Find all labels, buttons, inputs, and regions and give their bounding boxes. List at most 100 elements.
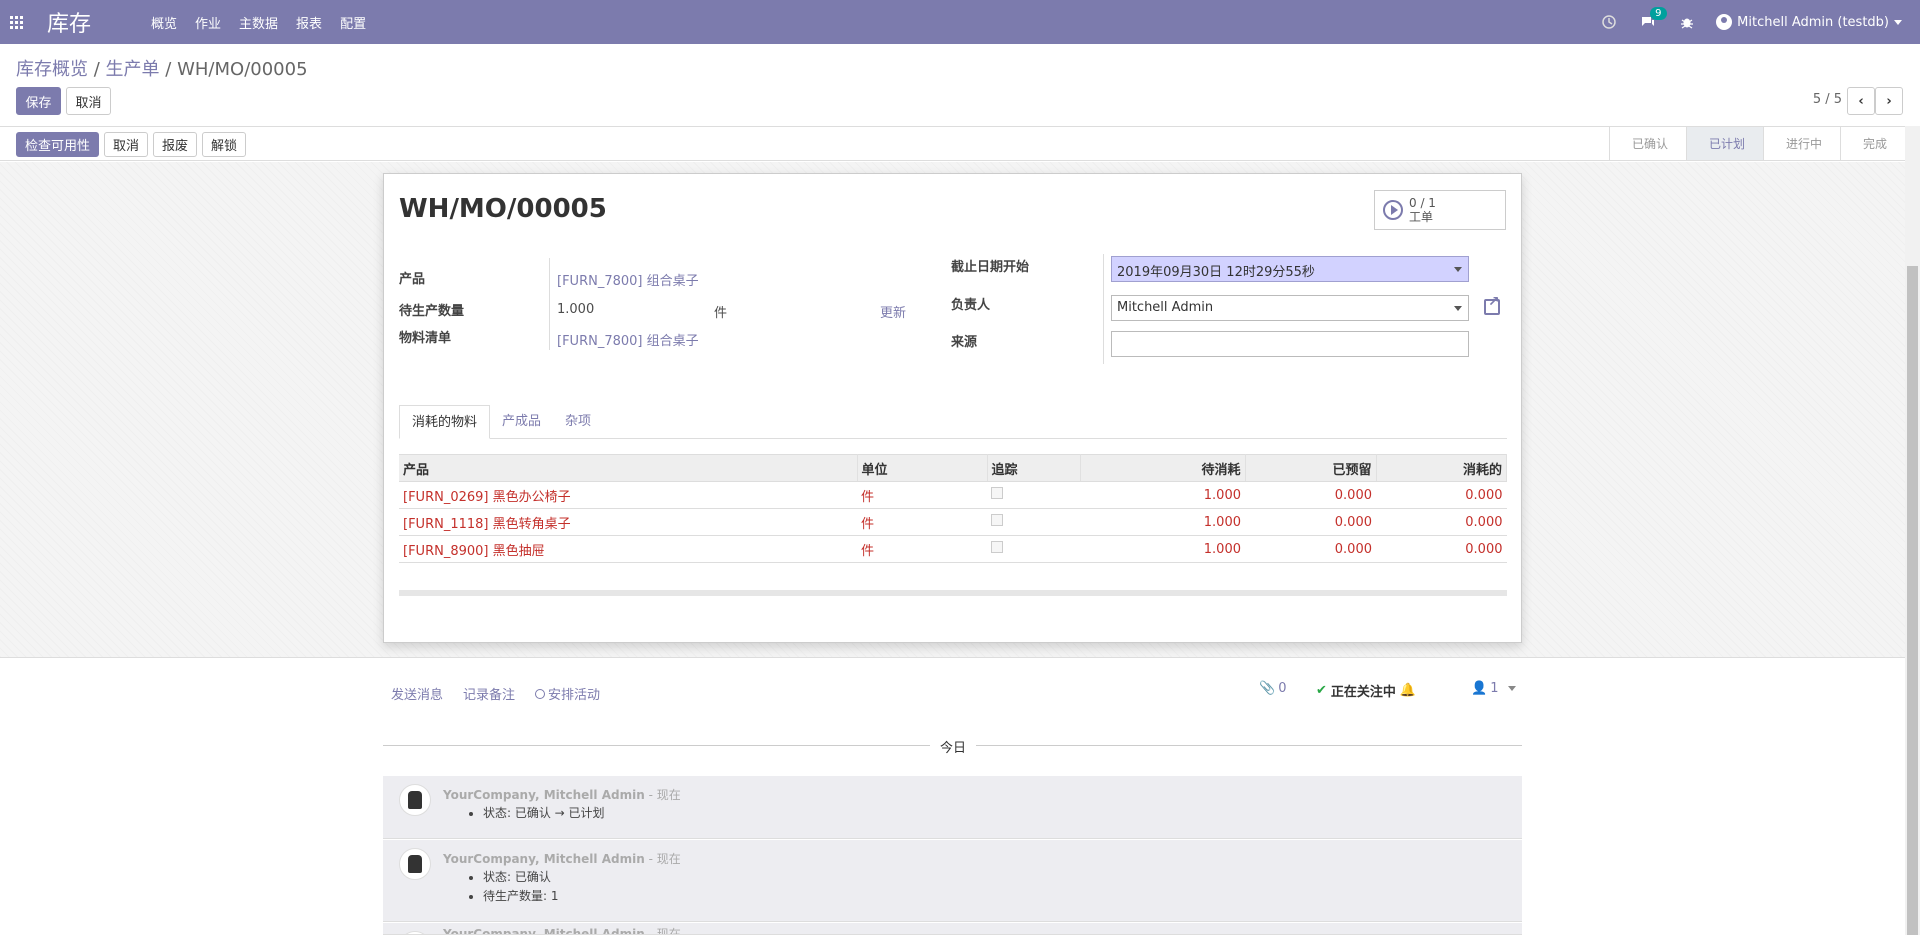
table-row[interactable]: [FURN_8900] 黑色抽屉 件 1.000 0.000 0.000 bbox=[399, 535, 1507, 563]
menu-master-data[interactable]: 主数据 bbox=[230, 13, 287, 32]
page-scrollbar[interactable] bbox=[1905, 126, 1920, 935]
deadline-start-value: 2019年09月30日 12时29分55秒 bbox=[1117, 265, 1315, 280]
pager-previous-button[interactable]: ‹ bbox=[1847, 87, 1875, 115]
check-availability-button[interactable]: 检查可用性 bbox=[16, 132, 100, 157]
chevron-down-icon bbox=[1454, 267, 1462, 272]
column-consumed[interactable]: 消耗的 bbox=[1376, 454, 1507, 482]
breadcrumb-manufacturing-orders[interactable]: 生产单 bbox=[106, 59, 160, 80]
table-footer bbox=[399, 590, 1507, 596]
apps-menu-icon[interactable] bbox=[0, 0, 32, 44]
column-product[interactable]: 产品 bbox=[399, 454, 858, 482]
tracking-value: 状态: 已确认 → 已计划 bbox=[483, 804, 605, 823]
stage-in-progress[interactable]: 进行中 bbox=[1762, 127, 1840, 160]
message-author[interactable]: YourCompany, Mitchell Admin bbox=[443, 927, 645, 934]
message-author[interactable]: YourCompany, Mitchell Admin bbox=[443, 852, 645, 866]
bom-field[interactable]: [FURN_7800] 组合桌子 bbox=[557, 330, 699, 349]
chevron-down-icon bbox=[1508, 686, 1517, 691]
breadcrumb-current: WH/MO/00005 bbox=[177, 59, 308, 80]
row-product: [FURN_8900] 黑色抽屉 bbox=[399, 535, 857, 563]
chat-count-badge: 9 bbox=[1650, 7, 1667, 20]
chevron-right-icon: › bbox=[1886, 93, 1892, 109]
work-orders-label: 工单 bbox=[1409, 210, 1434, 224]
message-time: - 现在 bbox=[648, 852, 681, 866]
table-row[interactable]: [FURN_0269] 黑色办公椅子 件 1.000 0.000 0.000 bbox=[399, 481, 1507, 509]
activity-clock-icon[interactable] bbox=[1602, 15, 1616, 29]
message-author[interactable]: YourCompany, Mitchell Admin bbox=[443, 788, 645, 802]
column-unit[interactable]: 单位 bbox=[857, 454, 988, 482]
debug-bug-icon[interactable] bbox=[1680, 15, 1694, 29]
top-navbar: 库存 概览 作业 主数据 报表 配置 9 Mitchell Admin (tes… bbox=[0, 0, 1920, 44]
product-label: 产品 bbox=[399, 272, 426, 287]
external-link-icon[interactable] bbox=[1484, 294, 1500, 315]
tracking-checkbox bbox=[991, 541, 1003, 553]
responsible-label: 负责人 bbox=[951, 298, 991, 313]
author-avatar[interactable] bbox=[399, 848, 431, 880]
play-icon bbox=[1383, 200, 1403, 220]
author-avatar[interactable] bbox=[399, 784, 431, 816]
message-time: - 现在 bbox=[648, 788, 681, 802]
attachments-count: 0 bbox=[1278, 681, 1287, 696]
user-avatar-icon bbox=[1716, 14, 1733, 30]
deadline-label: 截止日期开始 bbox=[951, 260, 1030, 275]
save-button[interactable]: 保存 bbox=[16, 87, 61, 115]
attachments-button[interactable]: 📎 0 bbox=[1259, 681, 1286, 696]
chevron-left-icon: ‹ bbox=[1858, 93, 1864, 109]
pager-next-button[interactable]: › bbox=[1875, 87, 1903, 115]
app-title[interactable]: 库存 bbox=[47, 6, 142, 38]
source-field[interactable] bbox=[1111, 331, 1469, 357]
uom-field[interactable]: 件 bbox=[714, 302, 727, 321]
stage-planned[interactable]: 已计划 bbox=[1685, 127, 1763, 160]
row-unit: 件 bbox=[857, 535, 987, 563]
tracking-value: 状态: 已确认 bbox=[483, 868, 559, 887]
followers-button[interactable]: 👤 1 bbox=[1471, 681, 1517, 696]
row-reserved: 0.000 bbox=[1245, 508, 1376, 536]
chatter-actions: 发送消息 记录备注 安排活动 bbox=[391, 684, 600, 703]
update-qty-button[interactable]: 更新 bbox=[880, 302, 906, 321]
work-orders-smart-button[interactable]: 0 / 1 工单 bbox=[1374, 190, 1506, 230]
column-tracking[interactable]: 追踪 bbox=[987, 454, 1081, 482]
scrap-button[interactable]: 报废 bbox=[153, 132, 198, 157]
bom-label: 物料清单 bbox=[399, 331, 452, 346]
column-to-consume[interactable]: 待消耗 bbox=[1080, 454, 1246, 482]
log-note-button[interactable]: 记录备注 bbox=[463, 684, 515, 703]
column-reserved[interactable]: 已预留 bbox=[1245, 454, 1377, 482]
bell-icon[interactable]: 🔔 bbox=[1400, 683, 1416, 698]
date-separator-label: 今日 bbox=[930, 737, 977, 756]
author-avatar[interactable] bbox=[399, 931, 431, 934]
user-menu[interactable]: Mitchell Admin (testdb) bbox=[1716, 14, 1902, 30]
clock-icon bbox=[535, 689, 546, 699]
breadcrumb-inventory-overview[interactable]: 库存概览 bbox=[16, 59, 88, 80]
qty-field[interactable]: 1.000 bbox=[557, 302, 594, 317]
discard-button[interactable]: 取消 bbox=[66, 87, 111, 115]
stage-confirmed[interactable]: 已确认 bbox=[1608, 127, 1686, 160]
send-message-button[interactable]: 发送消息 bbox=[391, 684, 443, 703]
menu-reporting[interactable]: 报表 bbox=[287, 13, 331, 32]
menu-configuration[interactable]: 配置 bbox=[331, 13, 375, 32]
row-to-consume: 1.000 bbox=[1080, 508, 1245, 536]
chatter-message: YourCompany, Mitchell Admin - 现在 状态: 已确认… bbox=[383, 776, 1522, 839]
scrollbar-thumb[interactable] bbox=[1907, 266, 1918, 935]
tab-consumed-materials[interactable]: 消耗的物料 bbox=[399, 405, 491, 439]
form-sheet: WH/MO/00005 0 / 1 工单 产品 [FURN_7800] 组合桌子… bbox=[383, 173, 1522, 643]
responsible-value: Mitchell Admin bbox=[1117, 300, 1214, 315]
row-product: [FURN_1118] 黑色转角桌子 bbox=[399, 508, 857, 536]
follow-button[interactable]: ✔ 正在关注中 🔔 bbox=[1316, 681, 1416, 700]
deadline-start-field[interactable]: 2019年09月30日 12时29分55秒 bbox=[1111, 256, 1469, 282]
row-consumed: 0.000 bbox=[1376, 481, 1507, 509]
schedule-activity-button[interactable]: 安排活动 bbox=[535, 684, 600, 703]
chat-icon[interactable]: 9 bbox=[1640, 7, 1667, 29]
table-row[interactable]: [FURN_1118] 黑色转角桌子 件 1.000 0.000 0.000 bbox=[399, 508, 1507, 536]
menu-operations[interactable]: 作业 bbox=[186, 13, 230, 32]
responsible-field[interactable]: Mitchell Admin bbox=[1111, 295, 1469, 321]
chevron-down-icon bbox=[1894, 19, 1902, 25]
cancel-button[interactable]: 取消 bbox=[104, 132, 149, 157]
tab-miscellaneous[interactable]: 杂项 bbox=[553, 405, 603, 439]
tab-finished-products[interactable]: 产成品 bbox=[490, 405, 553, 439]
unlock-button[interactable]: 解锁 bbox=[202, 132, 247, 157]
following-label: 正在关注中 bbox=[1330, 685, 1396, 700]
stage-done[interactable]: 完成 bbox=[1839, 127, 1905, 160]
row-unit: 件 bbox=[857, 481, 987, 509]
chevron-down-icon bbox=[1454, 306, 1462, 311]
product-field[interactable]: [FURN_7800] 组合桌子 bbox=[557, 270, 699, 289]
menu-overview[interactable]: 概览 bbox=[142, 13, 186, 32]
